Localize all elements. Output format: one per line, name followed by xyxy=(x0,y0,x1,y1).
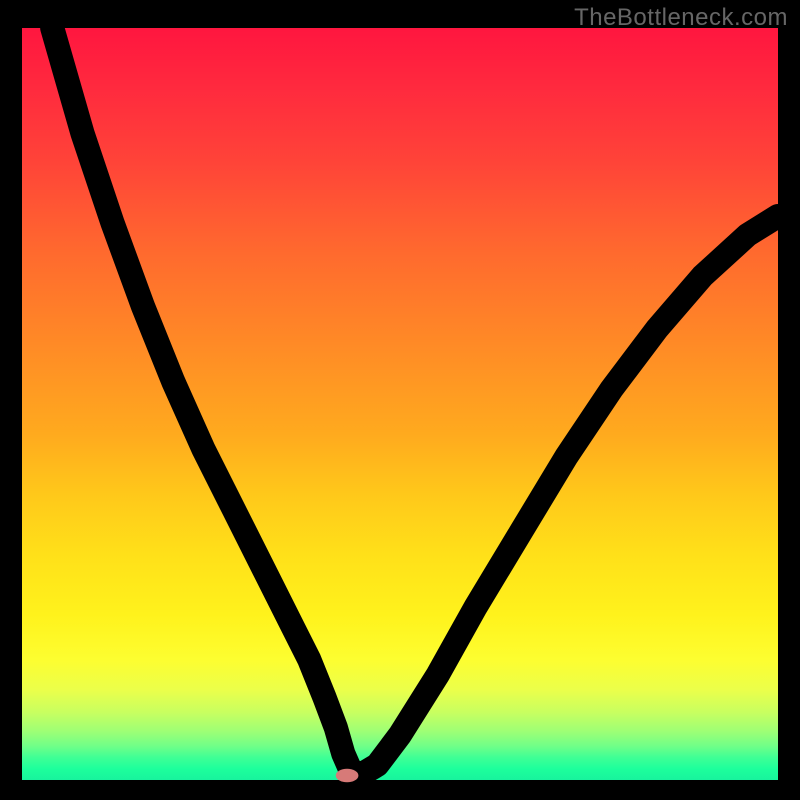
bottleneck-curve xyxy=(52,28,778,774)
chart-frame: TheBottleneck.com xyxy=(0,0,800,800)
curve-svg xyxy=(22,28,778,780)
optimum-marker xyxy=(336,769,359,783)
plot-area xyxy=(22,28,778,780)
